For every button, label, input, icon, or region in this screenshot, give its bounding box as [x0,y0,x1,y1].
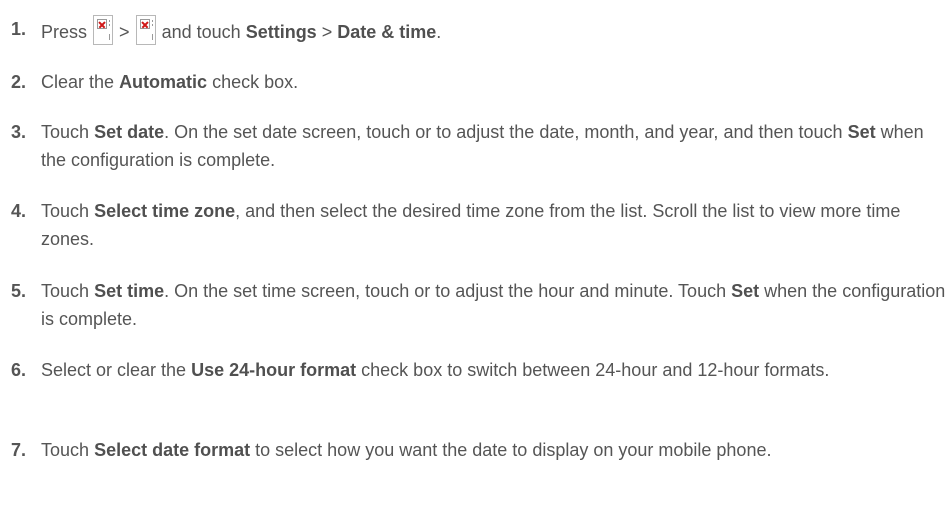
list-item: 4. Touch Select time zone, and then sele… [11,197,946,253]
step-text-segment: Press [41,22,88,42]
step-text: Clear the Automatic check box. [41,68,946,96]
list-item: 5. Touch Set time. On the set time scree… [11,277,946,333]
step-text-segment: check box to switch between 24-hour and … [361,360,830,380]
step-number: 7. [11,440,27,460]
ui-term: Select time zone [94,201,236,221]
step-text-segment: to select how you want the date to displ… [255,440,772,460]
broken-image-icon[interactable] [135,15,156,45]
ui-term: Date & time [337,22,437,42]
step-text-segment: Touch [41,440,90,460]
ui-term: Set time [94,281,165,301]
ui-term: Set [731,281,760,301]
step-text: Touch Select time zone, and then select … [41,197,946,253]
step-text: Press > and touch Settings > Date & time… [41,15,946,46]
step-text-segment: Touch [41,201,90,221]
ui-term: Automatic [119,72,208,92]
step-text-segment: Clear the [41,72,115,92]
step-text-segment: . On the set time screen, touch or to ad… [164,281,727,301]
ui-term: Use 24-hour format [191,360,357,380]
ui-term: Settings [245,22,317,42]
step-text: Touch Select date format to select how y… [41,436,946,464]
x-mark-icon [97,19,108,29]
step-text-segment: check box. [212,72,299,92]
list-item: 7. Touch Select date format to select ho… [11,436,946,464]
step-text-segment: Touch [41,122,90,142]
step-text: Touch Set date. On the set date screen, … [41,118,946,174]
step-text-segment: > [321,22,333,42]
step-number: 6. [11,360,27,380]
step-text-segment: and touch [161,22,241,42]
list-item: 2. Clear the Automatic check box. [11,68,946,96]
step-number: 1. [11,19,27,39]
step-text-segment: Touch [41,281,90,301]
list-item: 6. Select or clear the Use 24-hour forma… [11,356,946,384]
x-mark-icon [139,19,150,29]
step-text-segment: . On the set date screen, touch or to ad… [164,122,843,142]
step-text-segment: > [119,22,130,42]
step-number: 4. [11,201,27,221]
step-number: 3. [11,122,27,142]
list-item: 3. Touch Set date. On the set date scree… [11,118,946,174]
list-item: 1. Press > and touch Settings > Date & t… [11,15,946,46]
step-text-segment: . [436,22,442,42]
step-text: Touch Set time. On the set time screen, … [41,277,946,333]
ui-term: Set date [94,122,165,142]
step-number: 2. [11,72,27,92]
broken-image-icon[interactable] [93,15,114,45]
step-text: Select or clear the Use 24-hour format c… [41,356,946,384]
step-number: 5. [11,281,27,301]
ui-term: Select date format [94,440,251,460]
ui-term: Set [847,122,876,142]
step-text-segment: Select or clear the [41,360,187,380]
